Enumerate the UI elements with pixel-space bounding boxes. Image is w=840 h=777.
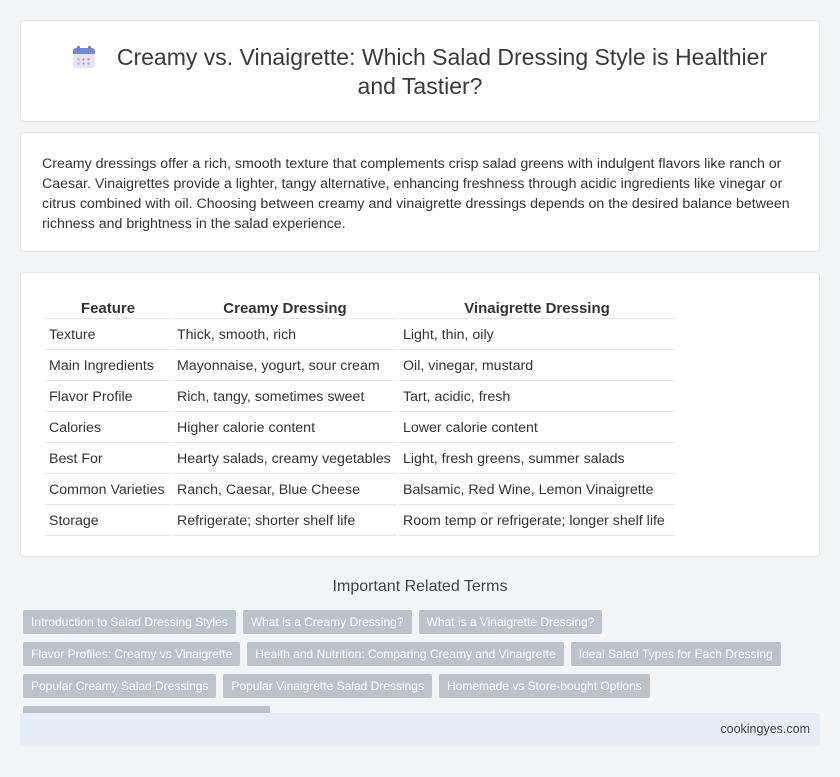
page-title: Creamy vs. Vinaigrette: Which Salad Dres… xyxy=(61,43,779,101)
table-row: Storage Refrigerate; shorter shelf life … xyxy=(45,507,675,536)
related-term-tag[interactable]: Popular Vinaigrette Salad Dressings xyxy=(223,674,432,698)
table-row: Calories Higher calorie content Lower ca… xyxy=(45,414,675,443)
footer: cookingyes.com xyxy=(20,713,820,746)
feature-cell: Main Ingredients xyxy=(45,352,171,381)
comparison-table: Feature Creamy Dressing Vinaigrette Dres… xyxy=(43,295,677,538)
vinaigrette-cell: Room temp or refrigerate; longer shelf l… xyxy=(399,507,675,536)
footer-site-name[interactable]: cookingyes.com xyxy=(720,722,810,736)
feature-cell: Calories xyxy=(45,414,171,443)
related-term-tag[interactable]: Flavor Profiles: Creamy vs Vinaigrette xyxy=(23,642,241,666)
related-term-tag[interactable]: Popular Creamy Salad Dressings xyxy=(23,674,217,698)
creamy-cell: Thick, smooth, rich xyxy=(173,321,397,350)
related-term-tag[interactable]: Ideal Salad Types for Each Dressing xyxy=(570,642,781,666)
page-title-text: Creamy vs. Vinaigrette: Which Salad Dres… xyxy=(116,44,768,99)
vinaigrette-cell: Lower calorie content xyxy=(399,414,675,443)
creamy-cell: Mayonnaise, yogurt, sour cream xyxy=(173,352,397,381)
creamy-cell: Higher calorie content xyxy=(173,414,397,443)
title-card: Creamy vs. Vinaigrette: Which Salad Dres… xyxy=(20,20,820,122)
header-vinaigrette: Vinaigrette Dressing xyxy=(399,297,675,319)
related-term-tag[interactable]: Introduction to Salad Dressing Styles xyxy=(23,610,236,634)
table-row: Flavor Profile Rich, tangy, sometimes sw… xyxy=(45,383,675,412)
creamy-cell: Hearty salads, creamy vegetables xyxy=(173,445,397,474)
table-row: Main Ingredients Mayonnaise, yogurt, sou… xyxy=(45,352,675,381)
feature-cell: Flavor Profile xyxy=(45,383,171,412)
vinaigrette-cell: Tart, acidic, fresh xyxy=(399,383,675,412)
related-term-tag[interactable]: Homemade vs Store-bought Options xyxy=(438,674,650,698)
table-row: Common Varieties Ranch, Caesar, Blue Che… xyxy=(45,476,675,505)
calendar-icon xyxy=(72,46,95,68)
creamy-cell: Refrigerate; shorter shelf life xyxy=(173,507,397,536)
header-creamy: Creamy Dressing xyxy=(173,297,397,319)
creamy-cell: Ranch, Caesar, Blue Cheese xyxy=(173,476,397,505)
feature-cell: Storage xyxy=(45,507,171,536)
table-row: Best For Hearty salads, creamy vegetable… xyxy=(45,445,675,474)
vinaigrette-cell: Oil, vinegar, mustard xyxy=(399,352,675,381)
vinaigrette-cell: Light, fresh greens, summer salads xyxy=(399,445,675,474)
related-term-tag[interactable]: What is a Vinaigrette Dressing? xyxy=(418,610,603,634)
feature-cell: Texture xyxy=(45,321,171,350)
related-terms-title: Important Related Terms xyxy=(332,578,508,595)
vinaigrette-cell: Balsamic, Red Wine, Lemon Vinaigrette xyxy=(399,476,675,505)
creamy-cell: Rich, tangy, sometimes sweet xyxy=(173,383,397,412)
feature-cell: Common Varieties xyxy=(45,476,171,505)
table-header-row: Feature Creamy Dressing Vinaigrette Dres… xyxy=(45,297,675,319)
related-term-tag[interactable]: Health and Nutrition: Comparing Creamy a… xyxy=(247,642,564,666)
related-terms-tags: Introduction to Salad Dressing Styles Wh… xyxy=(23,610,823,730)
comparison-card: Feature Creamy Dressing Vinaigrette Dres… xyxy=(20,272,820,557)
header-feature: Feature xyxy=(45,297,171,319)
vinaigrette-cell: Light, thin, oily xyxy=(399,321,675,350)
intro-card: Creamy dressings offer a rich, smooth te… xyxy=(20,132,820,252)
feature-cell: Best For xyxy=(45,445,171,474)
intro-paragraph: Creamy dressings offer a rich, smooth te… xyxy=(42,156,790,232)
table-row: Texture Thick, smooth, rich Light, thin,… xyxy=(45,321,675,350)
related-term-tag[interactable]: What is a Creamy Dressing? xyxy=(242,610,412,634)
